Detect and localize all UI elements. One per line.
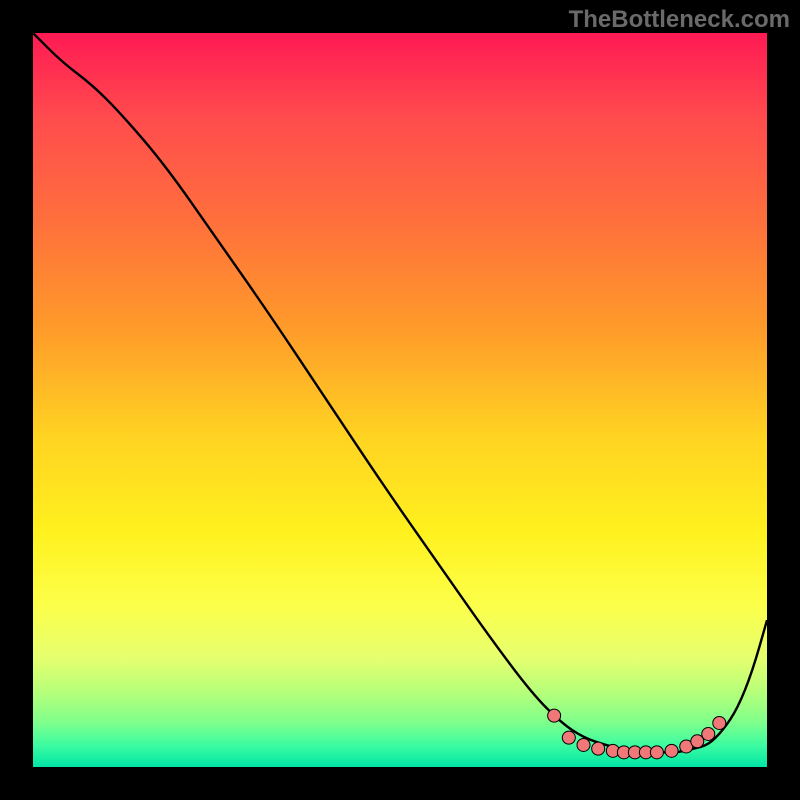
data-dot: [592, 742, 605, 755]
data-dot: [548, 709, 561, 722]
data-dot: [713, 716, 726, 729]
data-dot: [577, 738, 590, 751]
data-dot: [562, 731, 575, 744]
watermark-text: TheBottleneck.com: [569, 6, 790, 34]
data-dot: [665, 744, 678, 757]
bottleneck-curve: [33, 33, 767, 752]
data-dot: [650, 746, 663, 759]
data-dot: [691, 735, 704, 748]
data-dots: [548, 709, 726, 759]
data-dot: [702, 727, 715, 740]
chart-svg: [33, 33, 767, 767]
chart-frame: TheBottleneck.com: [0, 0, 800, 800]
